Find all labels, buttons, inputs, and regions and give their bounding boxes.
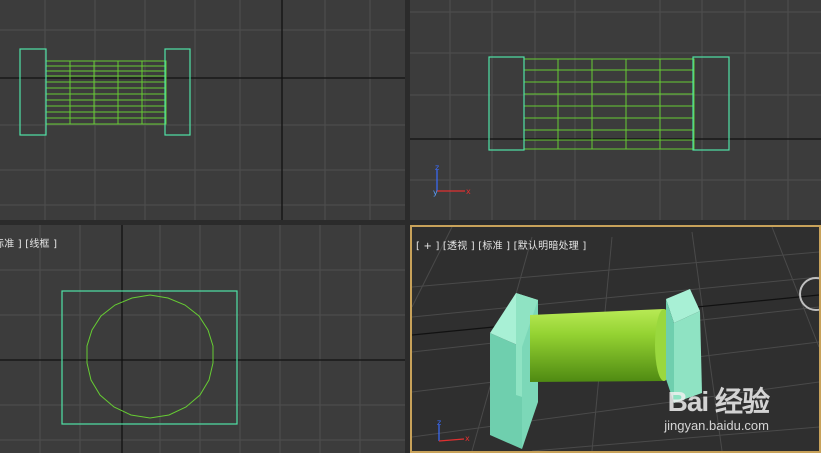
box-wireframe-side[interactable]: [61, 290, 238, 425]
left-viewport[interactable]: 标准 ] [线框 ]: [0, 225, 405, 453]
viewport-label[interactable]: [ + ] [透视 ] [标准 ] [默认明暗处理 ]: [416, 237, 586, 252]
cylinder-wireframe[interactable]: [45, 60, 167, 125]
viewport-grid: [410, 0, 821, 220]
viewport-grid: [0, 0, 405, 220]
axis-gizmo: z x: [437, 418, 470, 443]
viewport-label[interactable]: 标准 ] [线框 ]: [0, 235, 57, 250]
watermark-url: jingyan.baidu.com: [664, 418, 769, 433]
cylinder-solid[interactable]: [530, 309, 673, 382]
box-left-wireframe[interactable]: [488, 56, 525, 151]
front-viewport[interactable]: z y x: [410, 0, 821, 220]
top-viewport[interactable]: [0, 0, 405, 220]
box-left-wireframe[interactable]: [19, 48, 47, 136]
perspective-viewport[interactable]: z x [ + ] [透视 ] [标准 ] [默认明暗处理 ] Bai 经验 j…: [410, 225, 821, 453]
box-right-wireframe[interactable]: [164, 48, 191, 136]
box-right-wireframe[interactable]: [692, 56, 730, 151]
top-viewport-canvas: [0, 0, 405, 220]
x-axis-label: x: [465, 434, 470, 443]
viewport-grid: [0, 225, 405, 453]
left-viewport-canvas: [0, 225, 405, 453]
cylinder-wireframe[interactable]: [523, 58, 695, 150]
z-axis-label: z: [437, 418, 441, 427]
watermark-logo: Bai 经验: [667, 386, 770, 417]
baidu-watermark: Bai 经验 jingyan.baidu.com: [664, 380, 770, 433]
z-axis-label: z: [435, 163, 439, 172]
front-viewport-canvas: z y x: [410, 0, 821, 220]
cylinder-profile-wireframe[interactable]: [86, 294, 214, 419]
y-axis-label: y: [433, 188, 438, 197]
x-axis-label: x: [466, 187, 471, 196]
